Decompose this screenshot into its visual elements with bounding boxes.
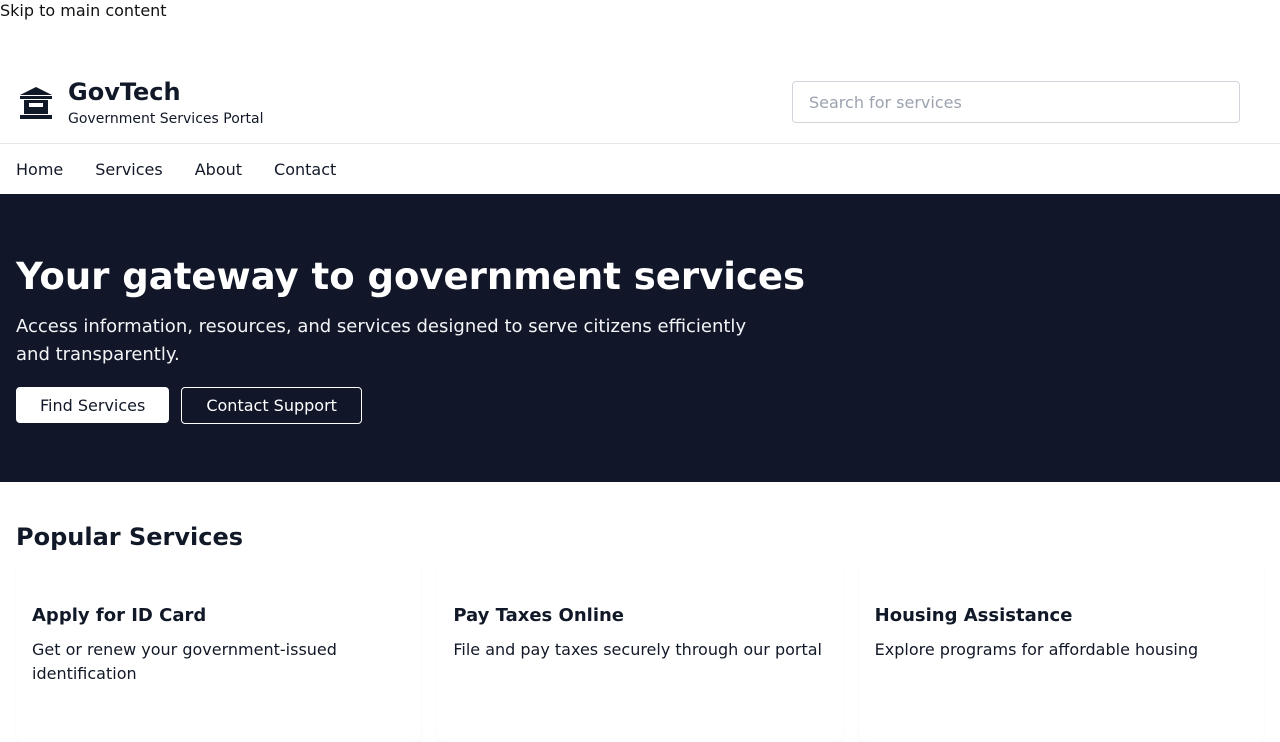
service-card-housing[interactable]: Housing Assistance Explore programs for … (859, 562, 1264, 742)
service-card-description: Get or renew your government-issued iden… (32, 640, 337, 683)
popular-services-section: Popular Services Apply for ID Card Get o… (0, 482, 1280, 720)
site-header: GovTech Government Services Portal (0, 56, 1280, 144)
brand[interactable]: GovTech Government Services Portal (16, 78, 263, 128)
hero-subtitle: Access information, resources, and servi… (16, 316, 747, 365)
contact-support-button[interactable]: Contact Support (181, 387, 362, 424)
service-card-taxes[interactable]: Pay Taxes Online File and pay taxes secu… (437, 562, 842, 742)
brand-tagline: Government Services Portal (68, 111, 264, 127)
brand-text: GovTech Government Services Portal (68, 78, 263, 128)
search-input[interactable] (792, 81, 1240, 123)
nav-item-contact[interactable]: Contact (274, 160, 336, 180)
nav-item-about[interactable]: About (195, 160, 242, 180)
government-building-icon (16, 83, 56, 123)
main-nav: Home Services About Contact (0, 145, 1280, 194)
skip-to-main-link[interactable]: Skip to main content (0, 2, 167, 20)
service-card-title: Housing Assistance (874, 605, 1073, 626)
service-card-id-card[interactable]: Apply for ID Card Get or renew your gove… (16, 562, 421, 742)
service-cards: Apply for ID Card Get or renew your gove… (16, 562, 1264, 742)
popular-services-title: Popular Services (16, 523, 244, 551)
hero-title: Your gateway to government services (16, 255, 805, 298)
service-card-title: Pay Taxes Online (453, 605, 625, 626)
nav-item-home[interactable]: Home (16, 160, 63, 180)
service-card-title: Apply for ID Card (32, 605, 207, 626)
service-card-description: Explore programs for affordable housing (874, 640, 1199, 659)
nav-item-services[interactable]: Services (95, 160, 162, 180)
find-services-button[interactable]: Find Services (16, 387, 170, 423)
hero-actions: Find Services Contact Support (16, 387, 362, 424)
service-card-description: File and pay taxes securely through our … (453, 640, 822, 659)
hero-section: Your gateway to government services Acce… (0, 194, 1280, 482)
brand-name: GovTech (68, 78, 181, 106)
